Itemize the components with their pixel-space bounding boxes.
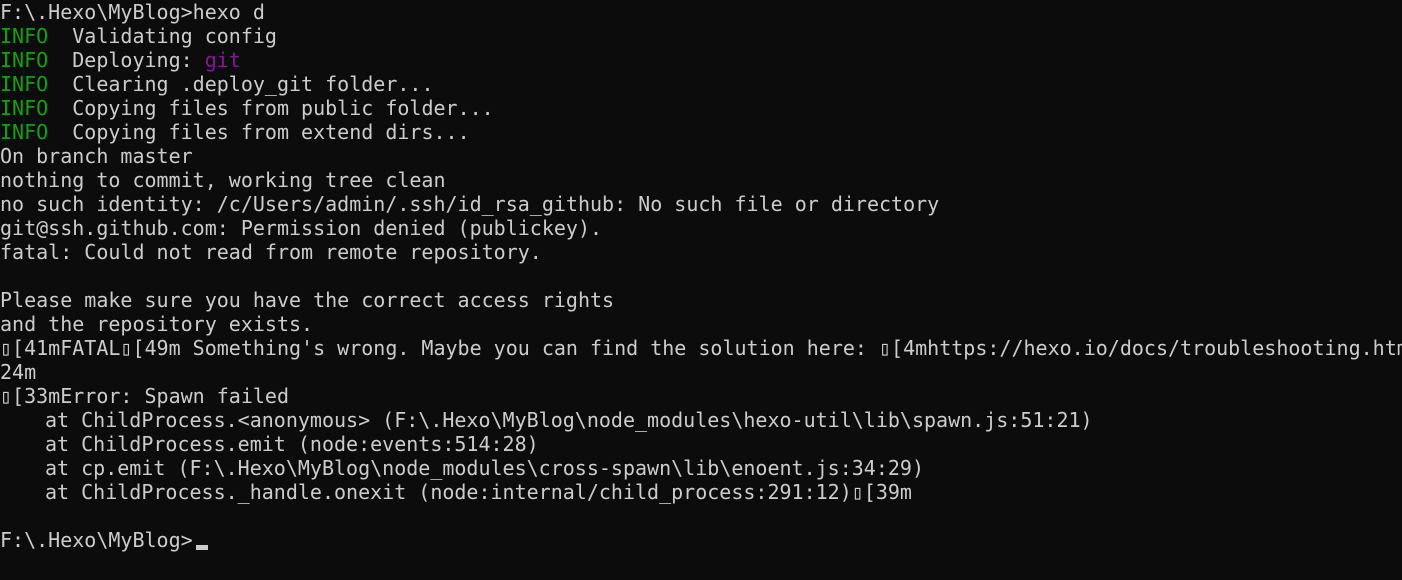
prompt-text: F:\.Hexo\MyBlog> <box>0 528 193 552</box>
output-line-nothing: nothing to commit, working tree clean <box>0 168 446 192</box>
stack-text: at cp.emit (F:\.Hexo\MyBlog\node_modules… <box>45 456 924 480</box>
stack-line: at cp.emit (F:\.Hexo\MyBlog\node_modules… <box>0 456 1402 480</box>
output-line-no-identity: no such identity: /c/Users/admin/.ssh/id… <box>0 192 940 216</box>
info-tag: INFO <box>0 24 49 48</box>
output-line-branch: On branch master <box>0 144 193 168</box>
error-line-fatal: ▯[41mFATAL▯[49m Something's wrong. Maybe… <box>0 336 1402 360</box>
error-line-fatal-wrap: 24m <box>0 360 37 384</box>
stack-text: at ChildProcess._handle.onexit (node:int… <box>45 480 912 504</box>
output-line-and-repo: and the repository exists. <box>0 312 314 336</box>
info-line-validating: INFO Validating config <box>0 24 1402 48</box>
info-tag: INFO <box>0 72 49 96</box>
final-prompt-line[interactable]: F:\.Hexo\MyBlog> <box>0 528 1402 552</box>
stack-text: at ChildProcess.emit (node:events:514:28… <box>45 432 539 456</box>
info-tag: INFO <box>0 48 49 72</box>
info-text: Clearing .deploy_git folder... <box>72 72 434 96</box>
info-line-copying-extend: INFO Copying files from extend dirs... <box>0 120 1402 144</box>
info-line-copying-public: INFO Copying files from public folder... <box>0 96 1402 120</box>
info-text: Deploying: <box>72 48 205 72</box>
deploy-target: git <box>204 48 241 72</box>
info-text: Validating config <box>72 24 277 48</box>
info-tag: INFO <box>0 120 49 144</box>
output-line-fatal: fatal: Could not read from remote reposi… <box>0 240 542 264</box>
info-text: Copying files from extend dirs... <box>72 120 470 144</box>
stack-text: at ChildProcess.<anonymous> (F:\.Hexo\My… <box>45 408 1093 432</box>
output-line-permission: git@ssh.github.com: Permission denied (p… <box>0 216 603 240</box>
stack-line: at ChildProcess.<anonymous> (F:\.Hexo\My… <box>0 408 1402 432</box>
prompt-command-line: F:\.Hexo\MyBlog>hexo d <box>0 0 265 24</box>
info-line-clearing: INFO Clearing .deploy_git folder... <box>0 72 1402 96</box>
info-tag: INFO <box>0 96 49 120</box>
stack-line: at ChildProcess._handle.onexit (node:int… <box>0 480 1402 504</box>
info-text: Copying files from public folder... <box>72 96 494 120</box>
error-line-spawn: ▯[33mError: Spawn failed <box>0 384 289 408</box>
terminal-window[interactable]: F:\.Hexo\MyBlog>hexo d INFO Validating c… <box>0 0 1402 580</box>
stack-line: at ChildProcess.emit (node:events:514:28… <box>0 432 1402 456</box>
output-line-please: Please make sure you have the correct ac… <box>0 288 615 312</box>
text-cursor <box>195 545 208 550</box>
info-line-deploying: INFO Deploying: git <box>0 48 1402 72</box>
